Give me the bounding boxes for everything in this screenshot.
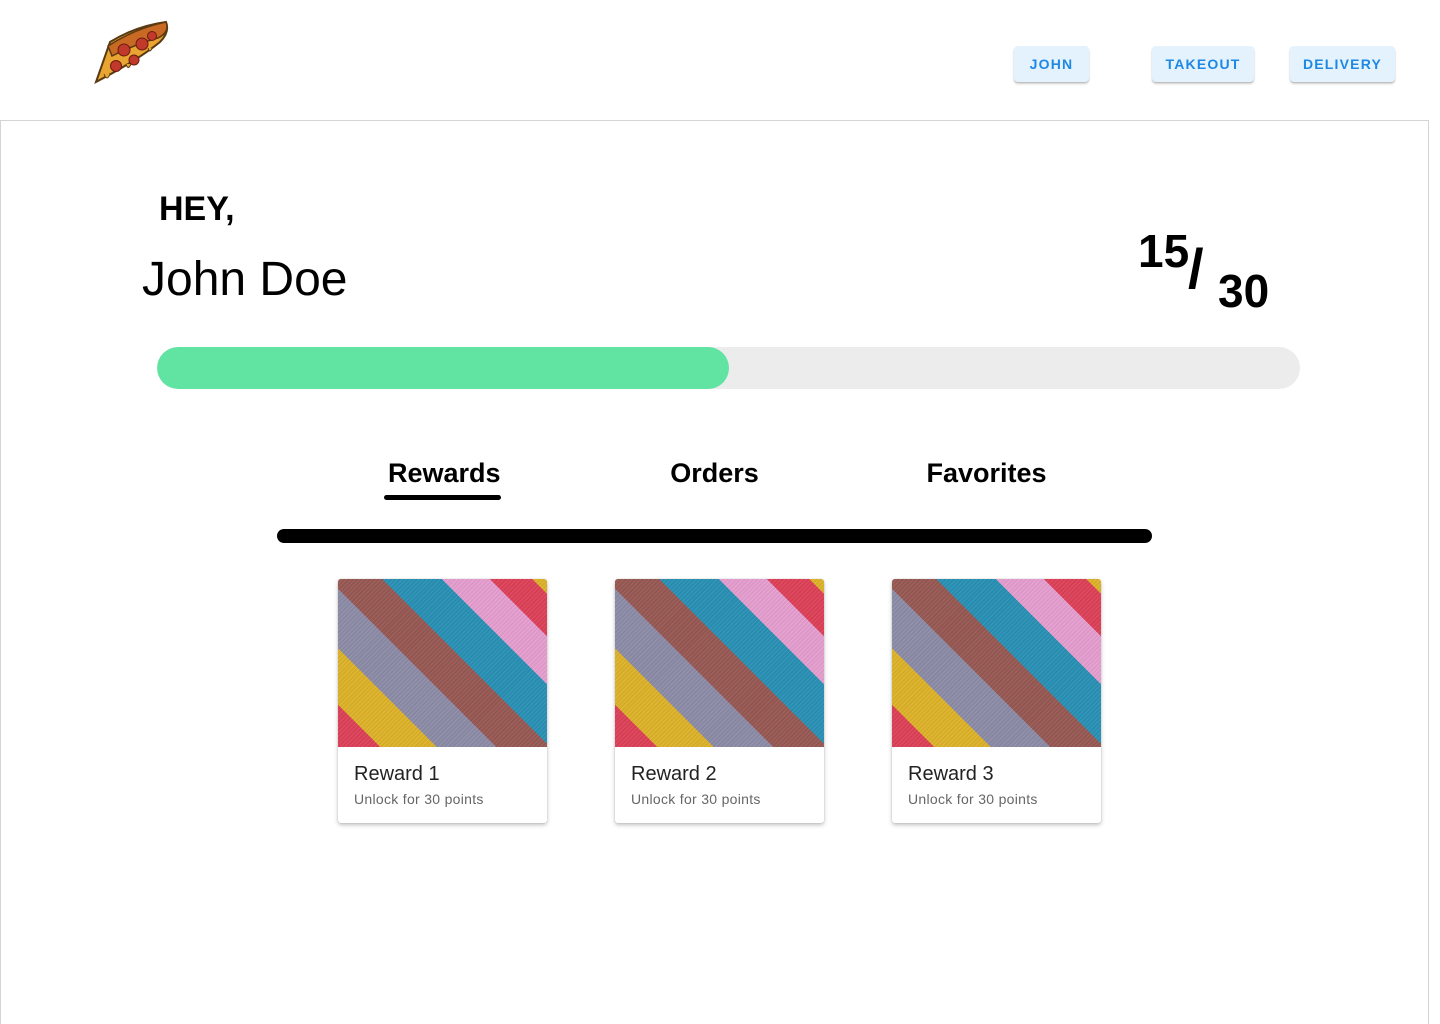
- reward-card-image: [338, 579, 547, 747]
- tab-orders[interactable]: Orders: [666, 458, 763, 489]
- user-name: John Doe: [142, 253, 348, 306]
- reward-card-image: [892, 579, 1101, 747]
- top-bar: JOHN TAKEOUT DELIVERY: [0, 0, 1440, 120]
- reward-card-title: Reward 3: [908, 763, 994, 785]
- reward-card-subtitle: Unlock for 30 points: [908, 791, 1038, 807]
- reward-card-image: [615, 579, 824, 747]
- points-goal: 30: [1218, 265, 1270, 317]
- reward-card-subtitle: Unlock for 30 points: [631, 791, 761, 807]
- greeting-label: HEY,: [159, 190, 235, 228]
- nav-button-delivery[interactable]: DELIVERY: [1290, 46, 1395, 82]
- reward-card-title: Reward 2: [631, 763, 717, 785]
- reward-card-2[interactable]: Reward 2 Unlock for 30 points: [615, 579, 824, 823]
- points-separator: /: [1188, 237, 1204, 300]
- reward-card-title: Reward 1: [354, 763, 440, 785]
- points-counter: 15 / 30: [1138, 216, 1298, 317]
- points-progress-fill: [157, 347, 729, 389]
- reward-card-1[interactable]: Reward 1 Unlock for 30 points: [338, 579, 547, 823]
- reward-card-subtitle: Unlock for 30 points: [354, 791, 484, 807]
- points-current: 15: [1138, 225, 1190, 277]
- reward-card-3[interactable]: Reward 3 Unlock for 30 points: [892, 579, 1101, 823]
- points-progress-bar: [157, 347, 1300, 389]
- tab-rewards[interactable]: Rewards: [384, 458, 501, 500]
- nav-button-takeout[interactable]: TAKEOUT: [1152, 46, 1254, 82]
- tab-favorites[interactable]: Favorites: [922, 458, 1051, 489]
- pizza-logo-icon[interactable]: [86, 16, 172, 86]
- nav-button-john[interactable]: JOHN: [1014, 46, 1089, 82]
- tab-divider-bar: [277, 529, 1152, 543]
